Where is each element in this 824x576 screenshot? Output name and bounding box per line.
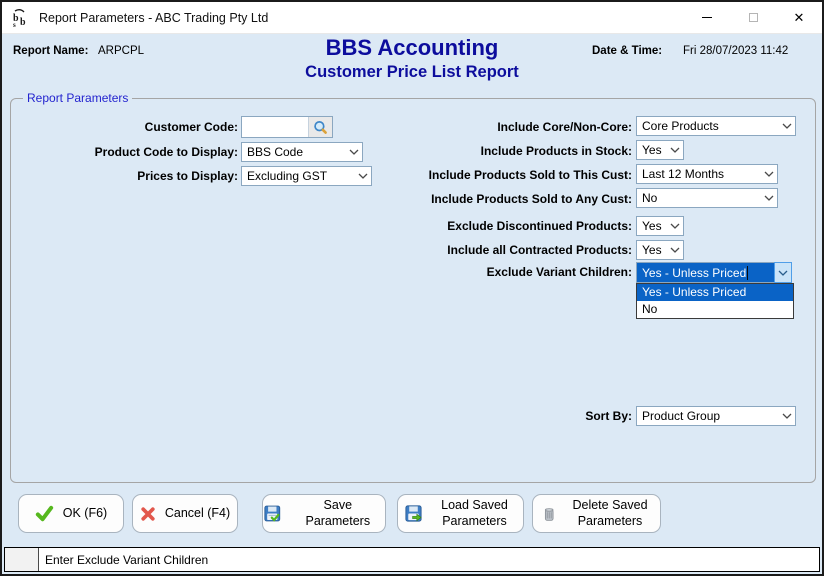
maximize-icon	[749, 13, 758, 22]
chevron-down-icon	[666, 217, 683, 235]
include-contracted-label: Include all Contracted Products:	[311, 243, 632, 257]
close-icon: ✕	[794, 11, 805, 24]
sold-to-this-cust-combo[interactable]: Last 12 Months	[636, 164, 778, 184]
include-in-stock-combo[interactable]: Yes	[636, 140, 684, 160]
trash-bin-icon	[540, 505, 558, 523]
check-icon	[35, 504, 54, 523]
exclude-discontinued-label: Exclude Discontinued Products:	[311, 219, 632, 233]
exclude-variant-children-droplist: Yes - Unless Priced No	[636, 283, 794, 319]
product-code-display-label: Product Code to Display:	[11, 145, 238, 159]
window-controls: ✕	[684, 2, 822, 33]
minimize-icon	[702, 17, 712, 18]
customer-code-label: Customer Code:	[11, 120, 238, 134]
droplist-option-no[interactable]: No	[637, 301, 793, 318]
datetime-label: Date & Time:	[592, 45, 662, 57]
status-message: Enter Exclude Variant Children	[39, 553, 208, 567]
include-in-stock-label: Include Products in Stock:	[311, 144, 632, 158]
group-title: Report Parameters	[23, 91, 132, 105]
chevron-down-icon	[666, 241, 683, 259]
chevron-down-icon	[666, 141, 683, 159]
save-disk-icon	[263, 504, 282, 523]
sold-to-any-cust-combo[interactable]: No	[636, 188, 778, 208]
exclude-variant-children-label: Exclude Variant Children:	[311, 265, 632, 279]
title-bar: b s b Report Parameters - ABC Trading Pt…	[2, 2, 822, 34]
cancel-x-icon	[140, 506, 156, 522]
include-contracted-combo[interactable]: Yes	[636, 240, 684, 260]
status-bar-left-panel	[5, 548, 39, 571]
include-core-label: Include Core/Non-Core:	[311, 120, 632, 134]
sold-to-this-cust-label: Include Products Sold to This Cust:	[311, 168, 632, 182]
prices-display-label: Prices to Display:	[11, 169, 238, 183]
svg-text:b: b	[20, 17, 26, 28]
maximize-button[interactable]	[730, 2, 776, 33]
exclude-variant-children-combo[interactable]: Yes - Unless Priced	[636, 262, 792, 283]
chevron-down-icon	[760, 189, 777, 207]
app-logo-icon: b s b	[11, 8, 31, 28]
customer-code-input[interactable]	[242, 117, 308, 137]
close-button[interactable]: ✕	[776, 2, 822, 33]
delete-saved-parameters-button[interactable]: Delete Saved Parameters	[532, 494, 661, 533]
sort-by-combo[interactable]: Product Group	[636, 406, 796, 426]
load-saved-parameters-button[interactable]: Load Saved Parameters	[397, 494, 524, 533]
text-caret	[747, 266, 748, 280]
sort-by-label: Sort By:	[311, 409, 632, 423]
ok-button[interactable]: OK (F6)	[18, 494, 124, 533]
save-parameters-button[interactable]: Save Parameters	[262, 494, 386, 533]
datetime-value: Fri 28/07/2023 11:42	[683, 45, 788, 57]
dialog-body: Report Name: ARPCPL BBS Accounting Custo…	[2, 34, 822, 574]
status-bar: Enter Exclude Variant Children	[4, 547, 820, 572]
report-title: Customer Price List Report	[2, 63, 822, 82]
chevron-down-icon	[778, 407, 795, 425]
load-disk-icon	[404, 504, 423, 523]
exclude-discontinued-combo[interactable]: Yes	[636, 216, 684, 236]
svg-text:s: s	[13, 21, 16, 28]
chevron-down-icon[interactable]	[774, 262, 792, 283]
cancel-button[interactable]: Cancel (F4)	[132, 494, 238, 533]
include-core-combo[interactable]: Core Products	[636, 116, 796, 136]
window-title: Report Parameters - ABC Trading Pty Ltd	[39, 11, 268, 25]
minimize-button[interactable]	[684, 2, 730, 33]
report-parameters-group: Report Parameters Customer Code: Product…	[10, 98, 816, 483]
chevron-down-icon	[778, 117, 795, 135]
report-parameters-window: b s b Report Parameters - ABC Trading Pt…	[0, 0, 824, 576]
droplist-option-yes-unless-priced[interactable]: Yes - Unless Priced	[637, 284, 793, 301]
chevron-down-icon	[760, 165, 777, 183]
sold-to-any-cust-label: Include Products Sold to Any Cust:	[311, 192, 632, 206]
